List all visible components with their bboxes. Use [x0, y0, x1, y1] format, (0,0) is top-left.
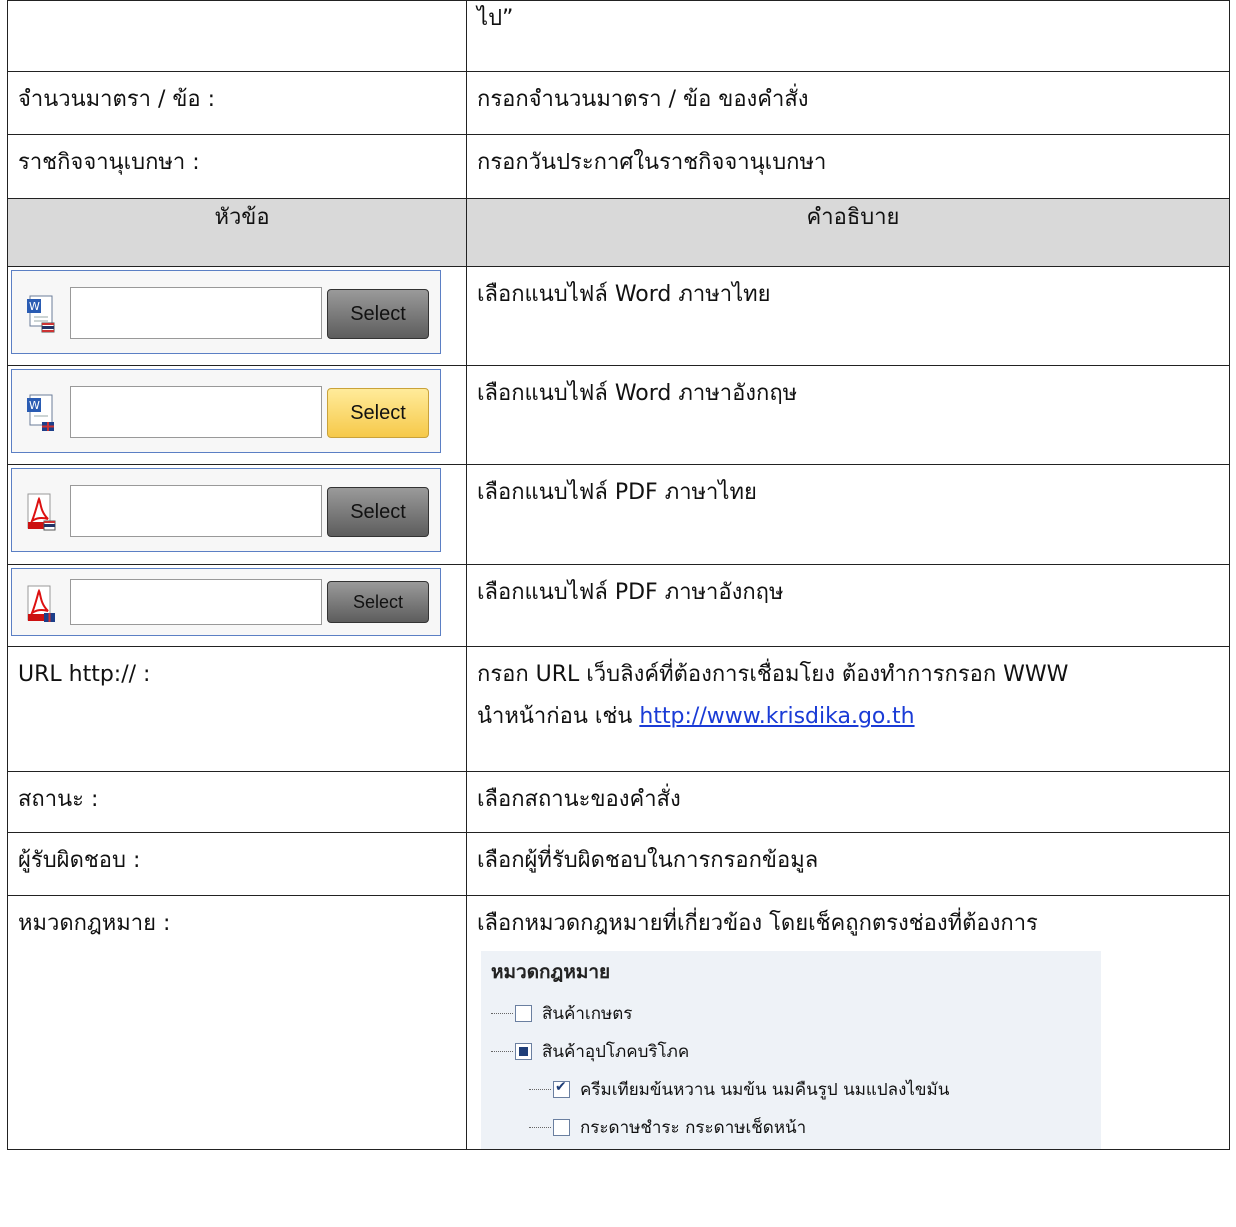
tree-node[interactable]: สินค้าเกษตร — [491, 995, 1091, 1033]
field-description: เลือกแนบไฟล์ PDF ภาษาไทย — [466, 464, 1230, 565]
field-label: ราชกิจจานุเบกษา : — [7, 134, 467, 199]
field-description: ไป” — [466, 0, 1230, 72]
field-description: กรอกวันประกาศในราชกิจจานุเบกษา — [466, 134, 1230, 199]
upload-cell: Select — [7, 464, 467, 565]
pdf-english-uploader: Select — [11, 568, 441, 636]
select-button[interactable]: Select — [327, 487, 429, 537]
table-row: ไป” — [7, 0, 1230, 72]
file-name-field[interactable] — [70, 287, 322, 339]
header-description: คำอธิบาย — [466, 198, 1230, 267]
file-name-field[interactable] — [70, 485, 322, 537]
table-row: W Select เลือกแนบไฟล์ Word ภาษาไทย — [7, 266, 1230, 366]
field-description: เลือกแนบไฟล์ PDF ภาษาอังกฤษ — [466, 564, 1230, 647]
field-label: ผู้รับผิดชอบ : — [7, 832, 467, 896]
word-english-uploader: W Select — [11, 369, 441, 453]
field-label: สถานะ : — [7, 771, 467, 833]
table-row: สถานะ : เลือกสถานะของคำสั่ง — [7, 771, 1230, 833]
table-row: ราชกิจจานุเบกษา : กรอกวันประกาศในราชกิจจ… — [7, 134, 1230, 199]
field-label: จำนวนมาตรา / ข้อ : — [7, 71, 467, 135]
field-label: URL http:// : — [7, 646, 467, 772]
example-prefix: นำหน้าก่อน เช่น — [477, 704, 640, 729]
category-tree: หมวดกฎหมาย สินค้าเกษตร สินค้าอุปโภคบริโภ… — [481, 950, 1101, 1149]
upload-cell: W Select — [7, 365, 467, 465]
table-row: หมวดกฎหมาย : เลือกหมวดกฎหมายที่เกี่ยวข้อ… — [7, 895, 1230, 1150]
tree-node-label: กระดาษชำระ กระดาษเช็ดหน้า — [580, 1118, 807, 1139]
field-description: เลือกหมวดกฎหมายที่เกี่ยวข้อง โดยเช็คถูกต… — [466, 895, 1230, 1150]
tree-node[interactable]: กระดาษชำระ กระดาษเช็ดหน้า — [491, 1109, 1091, 1147]
select-button[interactable]: Select — [327, 289, 429, 339]
tree-title: หมวดกฎหมาย — [491, 960, 611, 983]
field-description: เลือกสถานะของคำสั่ง — [466, 771, 1230, 833]
pdf-thai-uploader: Select — [11, 468, 441, 552]
field-label — [7, 0, 467, 72]
word-english-icon: W — [27, 394, 54, 431]
table-row: Select เลือกแนบไฟล์ PDF ภาษาไทย — [7, 464, 1230, 565]
tree-node[interactable]: สินค้าอุปโภคบริโภค — [491, 1033, 1091, 1071]
field-description: เลือกผู้ที่รับผิดชอบในการกรอกข้อมูล — [466, 832, 1230, 896]
svg-text:W: W — [29, 399, 40, 412]
word-thai-uploader: W Select — [11, 270, 441, 354]
file-name-field[interactable] — [70, 386, 322, 438]
tree-node-label: สินค้าเกษตร — [542, 1004, 633, 1025]
checkbox-checked-icon[interactable] — [553, 1079, 570, 1099]
checkbox-partial-icon[interactable] — [515, 1043, 532, 1061]
pdf-thai-icon — [27, 493, 56, 531]
file-name-field[interactable] — [70, 579, 322, 625]
field-description: เลือกแนบไฟล์ Word ภาษาไทย — [466, 266, 1230, 366]
field-label: หมวดกฎหมาย : — [7, 895, 467, 1150]
pdf-english-icon — [27, 585, 55, 622]
table-header-row: หัวข้อ คำอธิบาย — [7, 198, 1230, 267]
upload-cell: W Select — [7, 266, 467, 366]
header-topic: หัวข้อ — [7, 198, 467, 267]
select-button[interactable]: Select — [327, 388, 429, 438]
table-row: จำนวนมาตรา / ข้อ : กรอกจำนวนมาตรา / ข้อ … — [7, 71, 1230, 135]
table-row: URL http:// : กรอก URL เว็บลิงค์ที่ต้องก… — [7, 646, 1230, 772]
checkbox-icon[interactable] — [553, 1119, 570, 1137]
field-description: กรอกจำนวนมาตรา / ข้อ ของคำสั่ง — [466, 71, 1230, 135]
table-row: ผู้รับผิดชอบ : เลือกผู้ที่รับผิดชอบในการ… — [7, 832, 1230, 896]
table-row: W Select เลือกแนบไฟล์ Word ภาษาอังกฤษ — [7, 365, 1230, 465]
svg-text:W: W — [29, 300, 40, 313]
description-table: ไป” จำนวนมาตรา / ข้อ : กรอกจำนวนมาตรา / … — [7, 0, 1230, 1150]
field-description: เลือกแนบไฟล์ Word ภาษาอังกฤษ — [466, 365, 1230, 465]
table-row: Select เลือกแนบไฟล์ PDF ภาษาอังกฤษ — [7, 564, 1230, 647]
upload-cell: Select — [7, 564, 467, 647]
word-thai-icon: W — [27, 295, 55, 333]
select-button[interactable]: Select — [327, 581, 429, 623]
tree-node-label: สินค้าอุปโภคบริโภค — [542, 1042, 690, 1063]
field-description: กรอก URL เว็บลิงค์ที่ต้องการเชื่อมโยง ต้… — [466, 646, 1230, 772]
tree-node[interactable]: ครีมเทียมข้นหวาน นมข้น นมคืนรูป นมแปลงไข… — [491, 1071, 1091, 1109]
tree-node-label: ครีมเทียมข้นหวาน นมข้น นมคืนรูป นมแปลงไข… — [580, 1080, 950, 1101]
example-link[interactable]: http://www.krisdika.go.th — [639, 704, 914, 729]
checkbox-icon[interactable] — [515, 1005, 532, 1023]
